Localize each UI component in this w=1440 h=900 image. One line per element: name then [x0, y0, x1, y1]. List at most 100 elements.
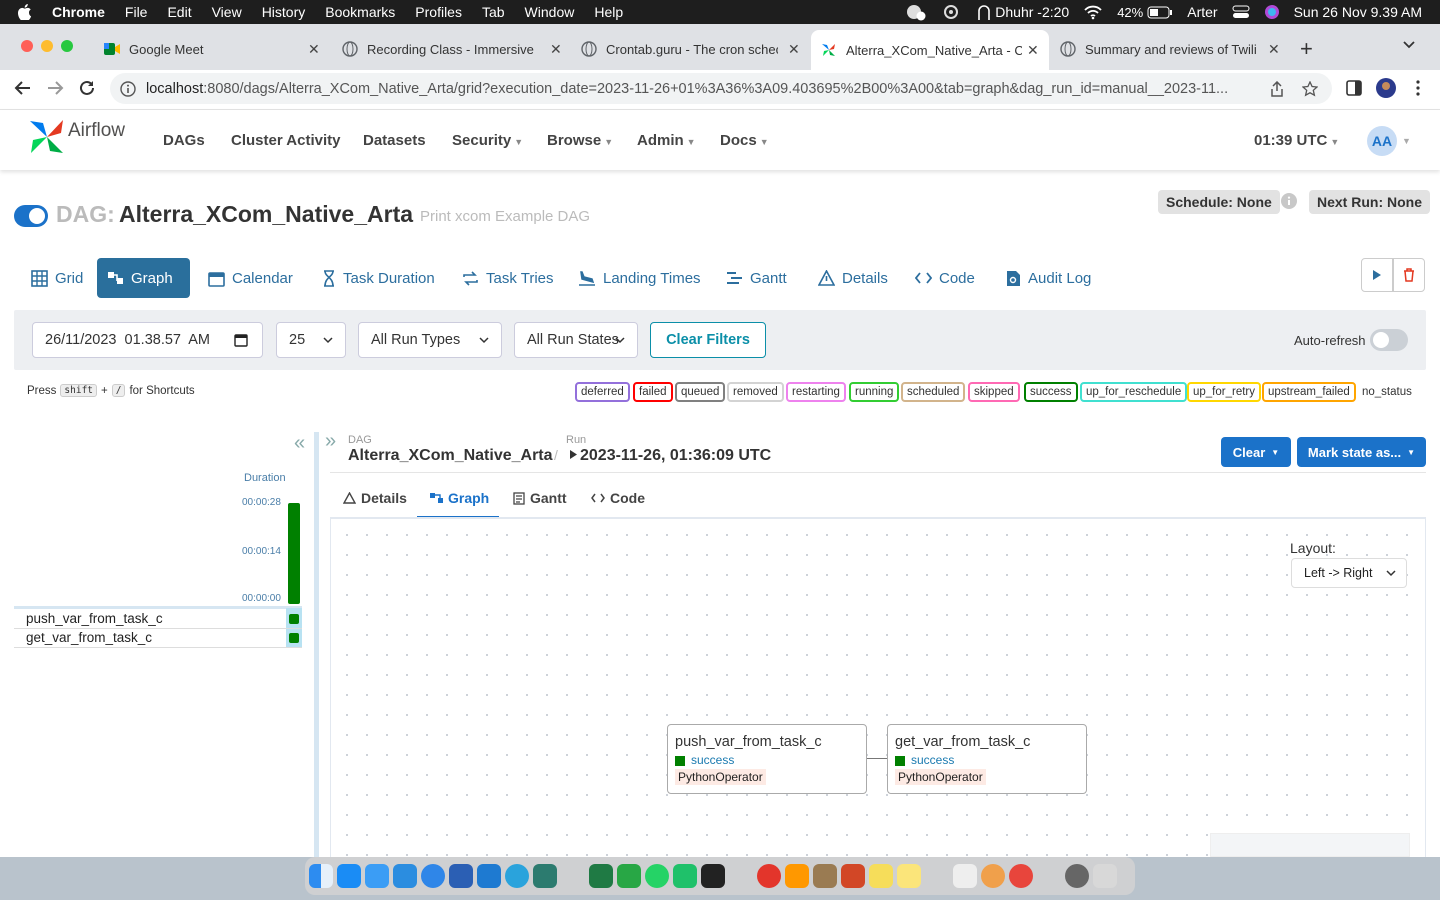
close-tab-icon[interactable]: ✕: [1027, 42, 1039, 59]
tab-landing-times[interactable]: Landing Times: [568, 258, 711, 298]
task-instance-cell[interactable]: [289, 614, 299, 624]
legend-failed[interactable]: failed: [633, 382, 673, 402]
nav-time[interactable]: 01:39 UTC ▼: [1254, 132, 1339, 149]
panel-resize-handle[interactable]: [314, 432, 319, 862]
tab-task-tries[interactable]: Task Tries: [452, 258, 564, 298]
auto-refresh-toggle[interactable]: [1370, 329, 1408, 351]
user-avatar[interactable]: AA: [1367, 126, 1397, 156]
nav-datasets[interactable]: Datasets: [363, 132, 426, 149]
layout-select[interactable]: Left -> Right: [1291, 558, 1407, 588]
minimap[interactable]: [1210, 833, 1410, 857]
menu-window[interactable]: Window: [515, 4, 585, 20]
close-tab-icon[interactable]: ✕: [308, 41, 320, 58]
nav-security[interactable]: Security ▼: [452, 132, 523, 149]
tab-calendar[interactable]: Calendar: [198, 258, 303, 298]
xmind-icon[interactable]: [757, 864, 781, 888]
control-center-icon[interactable]: [1232, 5, 1250, 19]
stickies-icon[interactable]: [869, 864, 893, 888]
run-state-select[interactable]: All Run States: [514, 322, 638, 358]
collapse-grid-icon[interactable]: «: [294, 432, 305, 455]
forward-arrow-icon[interactable]: [46, 80, 64, 96]
legend-restarting[interactable]: restarting: [786, 382, 846, 402]
trigger-dag-button[interactable]: [1361, 258, 1393, 292]
base-date-input[interactable]: 26/11/2023 01.38.57 AM: [32, 322, 263, 358]
battery-status[interactable]: 42%: [1117, 5, 1173, 20]
legend-skipped[interactable]: skipped: [968, 382, 1020, 402]
clear-filters-button[interactable]: Clear Filters: [650, 322, 766, 358]
sublime-icon[interactable]: [785, 864, 809, 888]
pycharm-icon[interactable]: [673, 864, 697, 888]
chrome-icon[interactable]: [1009, 864, 1033, 888]
close-tab-icon[interactable]: ✕: [1268, 41, 1280, 58]
legend-deferred[interactable]: deferred: [575, 382, 630, 402]
detail-tab-details[interactable]: Details: [343, 490, 407, 506]
legend-removed[interactable]: removed: [727, 382, 784, 402]
delete-dag-button[interactable]: [1393, 258, 1425, 292]
menu-bookmarks[interactable]: Bookmarks: [315, 4, 405, 20]
run-type-select[interactable]: All Run Types: [358, 322, 502, 358]
cloud-app-icon[interactable]: [393, 864, 417, 888]
tab-audit-log[interactable]: Audit Log: [996, 258, 1101, 298]
legend-upstream-failed[interactable]: upstream_failed: [1262, 382, 1356, 402]
tab-gantt[interactable]: Gantt: [716, 258, 797, 298]
expand-details-icon[interactable]: »: [325, 430, 336, 453]
browser-tab-airflow-active[interactable]: Alterra_XCom_Native_Arta - C ✕: [811, 30, 1049, 70]
menu-edit[interactable]: Edit: [157, 4, 201, 20]
safari-icon[interactable]: [421, 864, 445, 888]
task-node-get[interactable]: get_var_from_task_c success PythonOperat…: [887, 724, 1087, 794]
menubar-datetime[interactable]: Sun 26 Nov 9.39 AM: [1294, 4, 1422, 20]
nav-admin[interactable]: Admin ▼: [637, 132, 696, 149]
nav-dags[interactable]: DAGs: [163, 132, 205, 149]
screen-app-icon[interactable]: [533, 864, 557, 888]
finder-icon[interactable]: [309, 864, 333, 888]
dag-run-duration-bar[interactable]: [288, 503, 300, 604]
caret-down-icon[interactable]: ▼: [1402, 136, 1411, 146]
share-icon[interactable]: [1270, 80, 1284, 97]
mark-state-button[interactable]: Mark state as... ▼: [1297, 437, 1426, 467]
window-minimize-button[interactable]: [41, 40, 53, 52]
menu-help[interactable]: Help: [584, 4, 633, 20]
more-options-icon[interactable]: [1416, 80, 1420, 96]
task-row[interactable]: push_var_from_task_c: [14, 610, 302, 629]
profile-avatar-icon[interactable]: [1376, 78, 1396, 98]
user-name[interactable]: Arter: [1187, 4, 1217, 20]
app-store-icon[interactable]: [337, 864, 361, 888]
window-close-button[interactable]: [21, 40, 33, 52]
close-tab-icon[interactable]: ✕: [788, 41, 800, 58]
task-node-push[interactable]: push_var_from_task_c success PythonOpera…: [667, 724, 867, 794]
nav-docs[interactable]: Docs ▼: [720, 132, 769, 149]
breadcrumb-dag-name[interactable]: Alterra_XCom_Native_Arta: [348, 447, 553, 465]
tab-code[interactable]: Code: [905, 258, 985, 298]
menu-chrome[interactable]: Chrome: [42, 4, 115, 20]
bookmark-star-icon[interactable]: [1302, 80, 1319, 97]
telegram-icon[interactable]: [505, 864, 529, 888]
info-icon[interactable]: [1281, 193, 1297, 209]
legend-success[interactable]: success: [1024, 382, 1078, 402]
new-tab-button[interactable]: +: [1300, 36, 1313, 62]
tab-task-duration[interactable]: Task Duration: [312, 258, 445, 298]
menu-profiles[interactable]: Profiles: [405, 4, 472, 20]
calendar-picker-icon[interactable]: [234, 333, 248, 347]
tab-graph[interactable]: Graph: [97, 258, 190, 298]
excel-icon[interactable]: [589, 864, 613, 888]
menu-history[interactable]: History: [252, 4, 316, 20]
browser-tab-summary-reviews[interactable]: Summary and reviews of Twilig ✕: [1054, 32, 1286, 66]
clear-run-button[interactable]: Clear ▼: [1221, 437, 1291, 467]
apple-menu-icon[interactable]: [0, 4, 42, 20]
powerpoint-icon[interactable]: [841, 864, 865, 888]
dag-pause-toggle[interactable]: [14, 205, 48, 227]
address-bar[interactable]: localhost:8080/dags/Alterra_XCom_Native_…: [110, 73, 1332, 104]
detail-tab-graph[interactable]: Graph: [430, 490, 489, 506]
browser-tab-google-meet[interactable]: Google Meet ✕: [100, 32, 332, 66]
back-arrow-icon[interactable]: [14, 80, 32, 96]
menu-file[interactable]: File: [115, 4, 158, 20]
legend-no-status[interactable]: no_status: [1356, 382, 1418, 402]
legend-up-for-reschedule[interactable]: up_for_reschedule: [1080, 382, 1188, 402]
downloads-icon[interactable]: [1065, 864, 1089, 888]
menu-tab[interactable]: Tab: [472, 4, 515, 20]
window-zoom-button[interactable]: [61, 40, 73, 52]
browser-tab-crontab[interactable]: Crontab.guru - The cron schec ✕: [577, 32, 809, 66]
close-tab-icon[interactable]: ✕: [550, 41, 562, 58]
detail-tab-code[interactable]: Code: [591, 490, 645, 506]
numbers-icon[interactable]: [617, 864, 641, 888]
